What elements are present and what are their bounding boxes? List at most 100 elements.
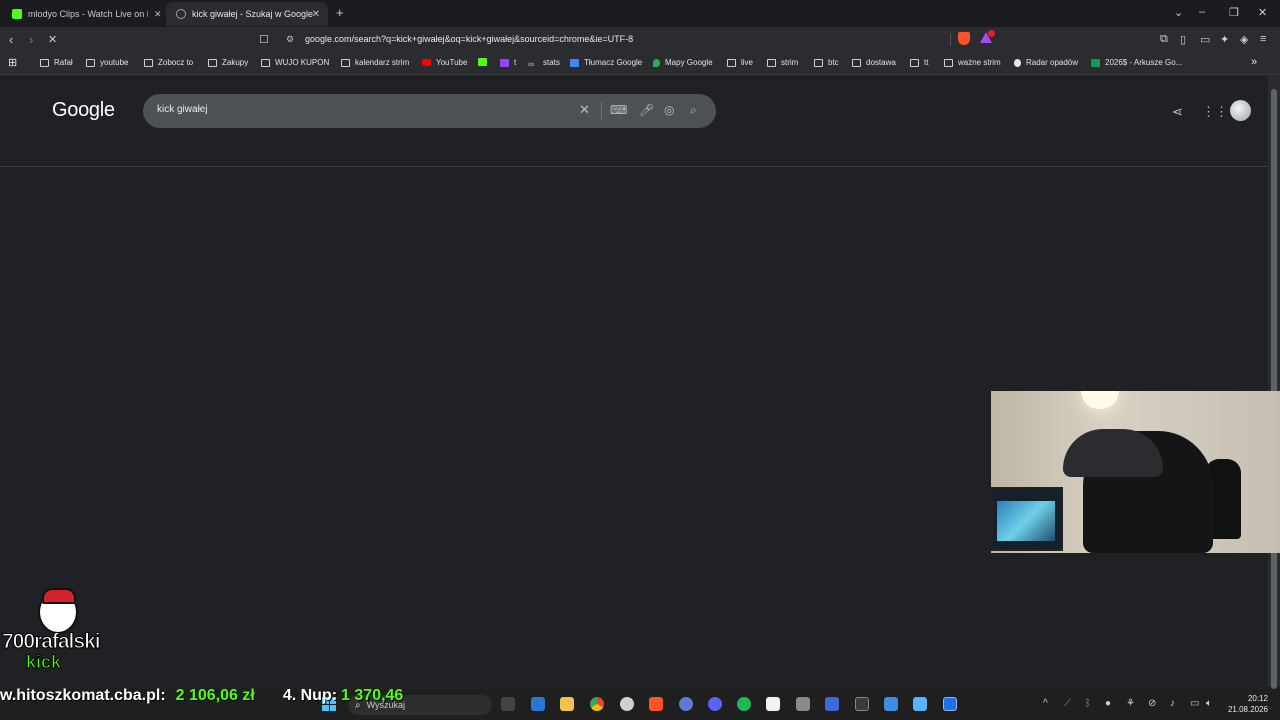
- discord-icon[interactable]: [708, 697, 722, 711]
- bookmark-label: Radar opadów: [1026, 58, 1079, 67]
- tab-title: mlodyo Clips - Watch Live on Kic: [28, 9, 148, 19]
- back-button[interactable]: ‹: [9, 32, 13, 47]
- folder-icon: [208, 58, 217, 67]
- account-avatar[interactable]: [1230, 100, 1251, 121]
- tab-search-icon[interactable]: ⌄: [1174, 6, 1183, 19]
- clear-search-icon[interactable]: ✕: [579, 102, 590, 118]
- search-icon[interactable]: ⌕: [690, 103, 697, 118]
- bookmark-tlumacz-google[interactable]: Tłumacz Google: [570, 58, 642, 67]
- bookmark-arkusze[interactable]: 2026$ - Arkusze Go...: [1091, 58, 1182, 67]
- vpn-icon[interactable]: ◈: [1240, 33, 1248, 46]
- apps-grid-icon[interactable]: ⊞: [8, 56, 17, 69]
- bookmark-youtube-folder[interactable]: youtube: [86, 58, 128, 67]
- bluetooth-icon[interactable]: ᛒ: [1085, 698, 1091, 709]
- tab-kick-clips[interactable]: mlodyo Clips - Watch Live on Kic ✕: [2, 2, 162, 26]
- tray-app-icon[interactable]: ⊘: [1148, 698, 1156, 709]
- network-icon[interactable]: ▭: [1190, 698, 1199, 709]
- bookmark-wazne-strim[interactable]: ważne strim: [944, 58, 1001, 67]
- microphone-icon[interactable]: 🎤︎: [639, 103, 654, 117]
- bookmark-twitch[interactable]: t: [500, 58, 516, 67]
- keyboard-icon[interactable]: ⌨: [610, 103, 627, 117]
- system-clock[interactable]: 20:12 21.08.2026: [1222, 693, 1268, 715]
- extensions-icon[interactable]: ⧉: [1160, 33, 1168, 46]
- monitor-screen: [997, 501, 1055, 541]
- bookmark-page-icon[interactable]: ☐: [259, 33, 269, 46]
- task-view-icon[interactable]: [501, 697, 515, 711]
- folder-icon: [852, 58, 861, 67]
- obs-icon[interactable]: [620, 697, 634, 711]
- menu-icon[interactable]: ≡: [1260, 33, 1266, 45]
- clock-time: 20:12: [1247, 694, 1268, 703]
- bookmark-label: Rafał: [54, 58, 73, 67]
- chrome-icon[interactable]: [590, 697, 604, 711]
- brave-shields-icon[interactable]: [958, 32, 970, 45]
- search-box[interactable]: kick giwałej ✕ ⌨ 🎤︎ ◎ ⌕: [143, 94, 716, 128]
- kick-icon: [478, 58, 487, 66]
- tab-close-icon[interactable]: ✕: [312, 9, 320, 20]
- bookmark-radar-opadow[interactable]: Radar opadów: [1014, 58, 1078, 67]
- bookmark-label: t: [514, 58, 517, 67]
- app-icon[interactable]: [943, 697, 957, 711]
- spotify-icon[interactable]: [737, 697, 751, 711]
- bookmark-label: dostawa: [866, 58, 896, 67]
- bookmark-live[interactable]: live: [727, 58, 753, 67]
- folder-icon: [261, 58, 270, 67]
- tray-app-icon[interactable]: ●: [1105, 698, 1111, 709]
- google-apps-icon[interactable]: ⋮⋮: [1202, 104, 1228, 120]
- bookmark-rafal[interactable]: Rafał: [40, 58, 73, 67]
- minimize-button[interactable]: –: [1199, 6, 1205, 18]
- bookmark-btc[interactable]: btc: [814, 58, 839, 67]
- mascot-hat-icon: [42, 588, 76, 604]
- lens-icon[interactable]: ◎: [664, 103, 674, 117]
- google-logo[interactable]: Google: [52, 99, 115, 122]
- bookmark-wujo-kupon[interactable]: WUJO KUPON: [261, 58, 329, 67]
- share-icon[interactable]: ⋖: [1172, 104, 1183, 120]
- brave-icon[interactable]: [649, 697, 663, 711]
- bookmark-youtube[interactable]: YouTube: [422, 58, 467, 67]
- pen-icon[interactable]: ⟋: [1064, 698, 1071, 709]
- app-icon[interactable]: [825, 697, 839, 711]
- more-bookmarks-icon[interactable]: »: [1251, 56, 1257, 68]
- new-tab-button[interactable]: +: [336, 5, 344, 20]
- calculator-icon[interactable]: [796, 697, 810, 711]
- kick-favicon-icon: [12, 9, 22, 19]
- file-explorer-icon[interactable]: [560, 697, 574, 711]
- show-hidden-icons[interactable]: ^: [1043, 698, 1048, 709]
- restore-button[interactable]: ❐: [1229, 6, 1239, 19]
- url-text[interactable]: google.com/search?q=kick+giwałej&oq=kick…: [305, 34, 633, 44]
- store-icon[interactable]: [531, 697, 545, 711]
- wallet-icon[interactable]: ▭: [1200, 33, 1210, 46]
- leo-icon[interactable]: ✦: [1220, 33, 1229, 46]
- close-window-button[interactable]: ✕: [1258, 6, 1267, 19]
- bookmark-kick[interactable]: [478, 58, 492, 66]
- volume-icon[interactable]: 🔈︎: [1206, 698, 1212, 709]
- app-icon[interactable]: [766, 697, 780, 711]
- bookmark-zakupy[interactable]: Zakupy: [208, 58, 248, 67]
- site-info-icon[interactable]: ⚙: [286, 34, 302, 45]
- app-icon[interactable]: [679, 697, 693, 711]
- app-icon[interactable]: [855, 697, 869, 711]
- bookmark-stats[interactable]: ∞ stats: [528, 58, 560, 69]
- bookmark-mapy-google[interactable]: Mapy Google: [653, 58, 713, 67]
- search-input[interactable]: kick giwałej: [157, 104, 208, 115]
- notepad-icon[interactable]: [884, 697, 898, 711]
- tab-google-search[interactable]: kick giwałej - Szukaj w Google ✕: [166, 2, 328, 26]
- page-scrollbar[interactable]: [1268, 75, 1280, 689]
- bookmark-strim[interactable]: strim: [767, 58, 798, 67]
- stop-loading-button[interactable]: ✕: [48, 33, 57, 46]
- bookmark-zobocz-to[interactable]: Zobocz to: [144, 58, 193, 67]
- folder-icon: [86, 58, 95, 67]
- microphone-tray-icon[interactable]: ♪: [1170, 698, 1175, 709]
- bookmark-tt[interactable]: tt: [910, 58, 928, 67]
- app-icon[interactable]: [913, 697, 927, 711]
- folder-icon: [767, 58, 776, 67]
- bookmark-dostawa[interactable]: dostawa: [852, 58, 896, 67]
- tray-app-icon[interactable]: ⚘: [1126, 698, 1135, 709]
- forward-button[interactable]: ›: [29, 32, 33, 47]
- loading-spinner-icon: [176, 9, 186, 19]
- scrollbar-thumb[interactable]: [1271, 89, 1277, 689]
- sidebar-icon[interactable]: ▯: [1180, 33, 1186, 46]
- address-bar[interactable]: ⚙ google.com/search?q=kick+giwałej&oq=ki…: [280, 29, 1005, 49]
- bookmark-kalendarz-strim[interactable]: kalendarz strim: [341, 58, 409, 67]
- bookmark-label: 2026$ - Arkusze Go...: [1105, 58, 1183, 67]
